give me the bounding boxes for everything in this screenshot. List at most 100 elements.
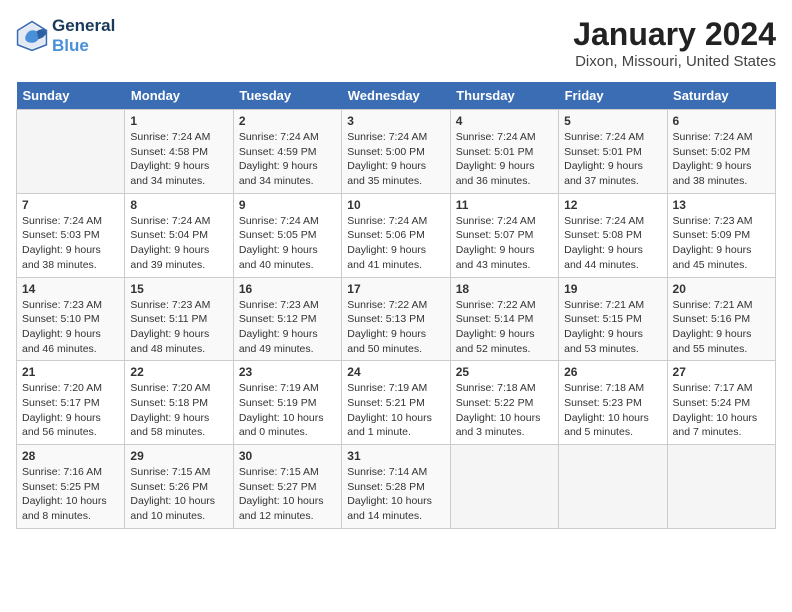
daylight-hours: Daylight: 9 hours and 49 minutes. [239, 328, 318, 355]
sunset-time: Sunset: 5:18 PM [130, 397, 208, 409]
sunrise-time: Sunrise: 7:15 AM [130, 466, 210, 478]
cell-details: Sunrise: 7:19 AMSunset: 5:19 PMDaylight:… [239, 381, 336, 440]
sunrise-time: Sunrise: 7:21 AM [564, 299, 644, 311]
calendar-week-row: 28 Sunrise: 7:16 AM Sunset: 5:25 PM Dayligh… [17, 445, 776, 529]
sunrise-time: Sunrise: 7:20 AM [22, 382, 102, 394]
day-number: 21 [22, 365, 119, 379]
day-number: 19 [564, 282, 661, 296]
sunset-time: Sunset: 5:25 PM [22, 481, 100, 493]
logo: General Blue [16, 16, 115, 56]
calendar-subtitle: Dixon, Missouri, United States [573, 53, 776, 70]
sunset-time: Sunset: 5:08 PM [564, 229, 642, 241]
day-number: 25 [456, 365, 553, 379]
cell-details: Sunrise: 7:24 AMSunset: 5:02 PMDaylight:… [673, 130, 770, 189]
cell-details: Sunrise: 7:21 AM Sunset: 5:15 PM Daylight:… [564, 298, 661, 357]
sunrise-time: Sunrise: 7:24 AM [130, 131, 210, 143]
calendar-cell: 16 Sunrise: 7:23 AMSunset: 5:12 PMDayligh… [233, 277, 341, 361]
daylight-hours: Daylight: 9 hours and 36 minutes. [456, 160, 535, 187]
day-number: 18 [456, 282, 553, 296]
daylight-hours: Daylight: 9 hours and 48 minutes. [130, 328, 209, 355]
calendar-cell [559, 445, 667, 529]
calendar-cell: 12 Sunrise: 7:24 AMSunset: 5:08 PMDayligh… [559, 193, 667, 277]
day-number: 13 [673, 198, 770, 212]
cell-details: Sunrise: 7:18 AMSunset: 5:23 PMDaylight:… [564, 381, 661, 440]
sunset-time: Sunset: 5:23 PM [564, 397, 642, 409]
daylight-hours: Daylight: 10 hours and 7 minutes. [673, 412, 758, 439]
daylight-hours: Daylight: 9 hours and 38 minutes. [673, 160, 752, 187]
sunset-time: Sunset: 5:15 PM [564, 313, 642, 325]
calendar-header-row: SundayMondayTuesdayWednesdayThursdayFrid… [17, 82, 776, 110]
calendar-cell: 13Sunrise: 7:23 AMSunset: 5:09 PMDayligh… [667, 193, 775, 277]
sunset-time: Sunset: 5:27 PM [239, 481, 317, 493]
sunset-time: Sunset: 5:06 PM [347, 229, 425, 241]
logo-icon [16, 20, 48, 52]
daylight-hours: Daylight: 10 hours and 8 minutes. [22, 495, 107, 522]
logo-text: General Blue [52, 16, 115, 56]
sunrise-time: Sunrise: 7:14 AM [347, 466, 427, 478]
sunrise-time: Sunrise: 7:24 AM [239, 131, 319, 143]
cell-details: Sunrise: 7:24 AMSunset: 4:59 PMDaylight:… [239, 130, 336, 189]
day-number: 31 [347, 449, 444, 463]
sunset-time: Sunset: 5:13 PM [347, 313, 425, 325]
calendar-cell: 31Sunrise: 7:14 AMSunset: 5:28 PMDayligh… [342, 445, 450, 529]
calendar-cell: 24Sunrise: 7:19 AMSunset: 5:21 PMDayligh… [342, 361, 450, 445]
calendar-cell: 4 Sunrise: 7:24 AMSunset: 5:01 PMDaylight… [450, 110, 558, 194]
calendar-cell: 10Sunrise: 7:24 AMSunset: 5:06 PMDayligh… [342, 193, 450, 277]
sunset-time: Sunset: 5:24 PM [673, 397, 751, 409]
header-monday: Monday [125, 82, 233, 110]
sunset-time: Sunset: 5:19 PM [239, 397, 317, 409]
calendar-cell: 26Sunrise: 7:18 AMSunset: 5:23 PMDayligh… [559, 361, 667, 445]
day-number: 29 [130, 449, 227, 463]
day-number: 3 [347, 114, 444, 128]
daylight-hours: Daylight: 9 hours and 41 minutes. [347, 244, 426, 271]
calendar-week-row: 1Sunrise: 7:24 AMSunset: 4:58 PMDaylight… [17, 110, 776, 194]
day-number: 7 [22, 198, 119, 212]
sunrise-time: Sunrise: 7:23 AM [130, 299, 210, 311]
header-thursday: Thursday [450, 82, 558, 110]
sunset-time: Sunset: 5:07 PM [456, 229, 534, 241]
sunset-time: Sunset: 5:01 PM [456, 146, 534, 158]
calendar-cell: 19 Sunrise: 7:21 AM Sunset: 5:15 PM Dayligh… [559, 277, 667, 361]
sunrise-time: Sunrise: 7:24 AM [22, 215, 102, 227]
sunrise-time: Sunrise: 7:15 AM [239, 466, 319, 478]
cell-details: Sunrise: 7:24 AMSunset: 5:01 PMDaylight:… [456, 130, 553, 189]
title-block: January 2024 Dixon, Missouri, United Sta… [573, 16, 776, 70]
daylight-hours: Daylight: 9 hours and 39 minutes. [130, 244, 209, 271]
daylight-hours: Daylight: 9 hours and 44 minutes. [564, 244, 643, 271]
sunrise-time: Sunrise: 7:16 AM [22, 466, 102, 478]
calendar-cell: 20Sunrise: 7:21 AMSunset: 5:16 PMDayligh… [667, 277, 775, 361]
day-number: 28 [22, 449, 119, 463]
calendar-cell: 25Sunrise: 7:18 AMSunset: 5:22 PMDayligh… [450, 361, 558, 445]
daylight-hours: Daylight: 9 hours and 34 minutes. [239, 160, 318, 187]
daylight-hours: Daylight: 9 hours and 50 minutes. [347, 328, 426, 355]
daylight-hours: Daylight: 10 hours and 12 minutes. [239, 495, 324, 522]
calendar-cell [667, 445, 775, 529]
sunrise-time: Sunrise: 7:24 AM [239, 215, 319, 227]
cell-details: Sunrise: 7:23 AMSunset: 5:12 PMDaylight:… [239, 298, 336, 357]
sunset-time: Sunset: 5:10 PM [22, 313, 100, 325]
day-number: 12 [564, 198, 661, 212]
day-number: 2 [239, 114, 336, 128]
sunrise-time: Sunrise: 7:20 AM [130, 382, 210, 394]
calendar-cell: 6Sunrise: 7:24 AMSunset: 5:02 PMDaylight… [667, 110, 775, 194]
daylight-hours: Daylight: 10 hours and 0 minutes. [239, 412, 324, 439]
sunrise-time: Sunrise: 7:17 AM [673, 382, 753, 394]
header-tuesday: Tuesday [233, 82, 341, 110]
sunset-time: Sunset: 5:11 PM [130, 313, 207, 325]
sunset-time: Sunset: 5:16 PM [673, 313, 751, 325]
cell-details: Sunrise: 7:24 AMSunset: 5:07 PMDaylight:… [456, 214, 553, 273]
day-number: 30 [239, 449, 336, 463]
sunset-time: Sunset: 5:21 PM [347, 397, 425, 409]
day-number: 8 [130, 198, 227, 212]
cell-details: Sunrise: 7:24 AMSunset: 4:58 PMDaylight:… [130, 130, 227, 189]
daylight-hours: Daylight: 10 hours and 5 minutes. [564, 412, 649, 439]
cell-details: Sunrise: 7:24 AMSunset: 5:08 PMDaylight:… [564, 214, 661, 273]
calendar-cell: 27Sunrise: 7:17 AMSunset: 5:24 PMDayligh… [667, 361, 775, 445]
day-number: 16 [239, 282, 336, 296]
calendar-cell: 9Sunrise: 7:24 AMSunset: 5:05 PMDaylight… [233, 193, 341, 277]
sunrise-time: Sunrise: 7:24 AM [673, 131, 753, 143]
sunset-time: Sunset: 5:01 PM [564, 146, 642, 158]
calendar-cell: 3Sunrise: 7:24 AMSunset: 5:00 PMDaylight… [342, 110, 450, 194]
day-number: 4 [456, 114, 553, 128]
daylight-hours: Daylight: 9 hours and 53 minutes. [564, 328, 643, 355]
